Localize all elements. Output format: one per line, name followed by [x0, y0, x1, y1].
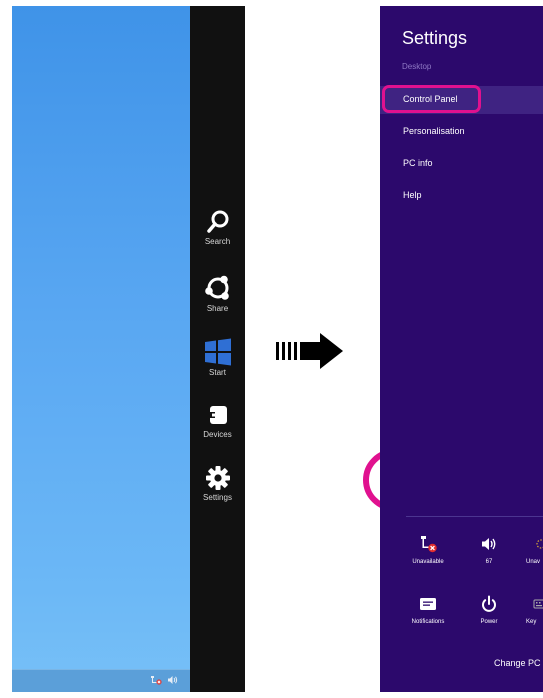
devices-charm[interactable]: Devices: [190, 402, 245, 439]
network-quick-label: Unavailable: [412, 559, 444, 565]
menu-item-label: Control Panel: [403, 94, 458, 104]
menu-item-control-panel[interactable]: Control Panel: [380, 86, 543, 114]
brightness-icon: [536, 539, 543, 549]
volume-quick-setting[interactable]: 67: [465, 535, 513, 565]
volume-icon: [482, 538, 496, 550]
network-unavailable-icon: [421, 536, 437, 553]
notifications-quick-setting[interactable]: Notifications: [404, 595, 452, 625]
settings-context-label: Desktop: [402, 62, 432, 71]
share-charm-label: Share: [206, 304, 229, 313]
menu-item-pc-info[interactable]: PC info: [380, 150, 543, 178]
network-status-icon[interactable]: [150, 675, 162, 685]
devices-charm-label: Devices: [203, 430, 232, 439]
share-icon: [204, 275, 229, 300]
keyboard-quick-label: Key: [526, 619, 537, 625]
search-icon: [206, 210, 228, 233]
desktop-screenshot: Search Share Start Devices Settings: [12, 6, 425, 692]
volume-tray-icon[interactable]: [167, 675, 178, 685]
settings-title: Settings: [402, 28, 468, 48]
power-icon: [482, 595, 496, 612]
taskbar: [12, 669, 190, 692]
notifications-quick-label: Notifications: [411, 619, 445, 625]
settings-charm[interactable]: Settings: [190, 465, 245, 502]
settings-charm-label: Settings: [203, 493, 232, 502]
menu-item-label: Personalisation: [403, 126, 465, 136]
share-charm[interactable]: Share: [190, 274, 245, 313]
quick-settings-divider: [406, 516, 543, 517]
menu-item-help[interactable]: Help: [380, 182, 543, 210]
start-charm[interactable]: Start: [190, 338, 245, 377]
settings-pane: Settings Desktop Control Panel Personali…: [380, 6, 543, 692]
menu-item-personalisation[interactable]: Personalisation: [380, 118, 543, 146]
change-pc-settings-link[interactable]: Change PC: [494, 658, 541, 668]
keyboard-icon: [533, 599, 543, 609]
search-charm[interactable]: Search: [190, 209, 245, 246]
desktop-background: [12, 6, 190, 692]
power-quick-label: Power: [480, 619, 498, 625]
network-quick-setting[interactable]: Unavailable: [404, 535, 452, 565]
power-quick-setting[interactable]: Power: [465, 595, 513, 625]
brightness-quick-label: Unav: [526, 559, 541, 565]
gear-icon: [205, 466, 230, 490]
search-charm-label: Search: [204, 237, 231, 246]
system-tray: [150, 675, 178, 685]
menu-item-label: PC info: [403, 158, 433, 168]
charms-bar: Search Share Start Devices Settings: [190, 6, 425, 692]
arrow-right-icon: [276, 333, 343, 369]
notifications-icon: [420, 598, 436, 610]
menu-item-label: Help: [403, 190, 422, 200]
volume-quick-label: 67: [485, 559, 493, 565]
keyboard-quick-setting[interactable]: Key: [526, 595, 543, 625]
windows-logo-icon: [204, 338, 231, 366]
start-charm-label: Start: [209, 368, 226, 377]
brightness-quick-setting[interactable]: Unav: [526, 535, 543, 565]
devices-icon: [207, 406, 227, 424]
